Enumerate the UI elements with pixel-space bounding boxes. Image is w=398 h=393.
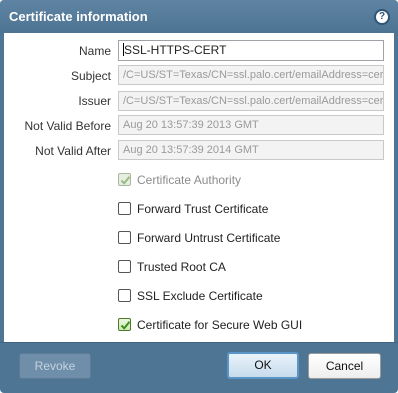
- checkbox-box[interactable]: [118, 289, 131, 302]
- dialog-body: Name SSL-HTTPS-CERT Subject /C=US/ST=Tex…: [4, 33, 394, 342]
- checkbox-label: Certificate Authority: [137, 173, 242, 187]
- checkbox-box[interactable]: [118, 202, 131, 215]
- certificate-dialog: Certificate information ? Name SSL-HTTPS…: [0, 0, 398, 393]
- issuer-label: Issuer: [78, 94, 111, 108]
- issuer-field[interactable]: /C=US/ST=Texas/CN=ssl.palo.cert/emailAdd…: [118, 91, 384, 111]
- name-value: SSL-HTTPS-CERT: [124, 43, 227, 57]
- checkbox-label: Forward Trust Certificate: [137, 202, 269, 216]
- name-input[interactable]: SSL-HTTPS-CERT: [118, 40, 384, 61]
- checkbox-box: [118, 173, 131, 186]
- checkbox-label: Certificate for Secure Web GUI: [137, 318, 303, 332]
- subject-field[interactable]: /C=US/ST=Texas/CN=ssl.palo.cert/emailAdd…: [118, 65, 384, 85]
- not-valid-before-label: Not Valid Before: [24, 119, 112, 133]
- checkbox-box[interactable]: [118, 260, 131, 273]
- not-valid-after-field[interactable]: Aug 20 13:57:39 2014 GMT: [118, 140, 384, 160]
- not-valid-before-field[interactable]: Aug 20 13:57:39 2013 GMT: [118, 115, 384, 135]
- revoke-button[interactable]: Revoke: [19, 353, 91, 379]
- checkbox-label: SSL Exclude Certificate: [137, 289, 263, 303]
- name-label: Name: [78, 44, 111, 58]
- checkmark-icon: [120, 176, 131, 185]
- checkbox-label: Forward Untrust Certificate: [137, 231, 281, 245]
- cancel-button[interactable]: Cancel: [308, 353, 381, 379]
- subject-label: Subject: [70, 69, 111, 83]
- not-valid-after-label: Not Valid After: [35, 144, 111, 158]
- footer-divider: [0, 342, 398, 343]
- ok-button[interactable]: OK: [227, 352, 299, 379]
- checkmark-icon: [120, 321, 131, 330]
- dialog-titlebar: Certificate information ?: [0, 0, 398, 34]
- dialog-title: Certificate information: [9, 9, 148, 24]
- checkbox-box[interactable]: [118, 231, 131, 244]
- checkbox-box[interactable]: [118, 318, 131, 331]
- checkbox-label: Trusted Root CA: [137, 260, 226, 274]
- help-icon[interactable]: ?: [374, 9, 390, 25]
